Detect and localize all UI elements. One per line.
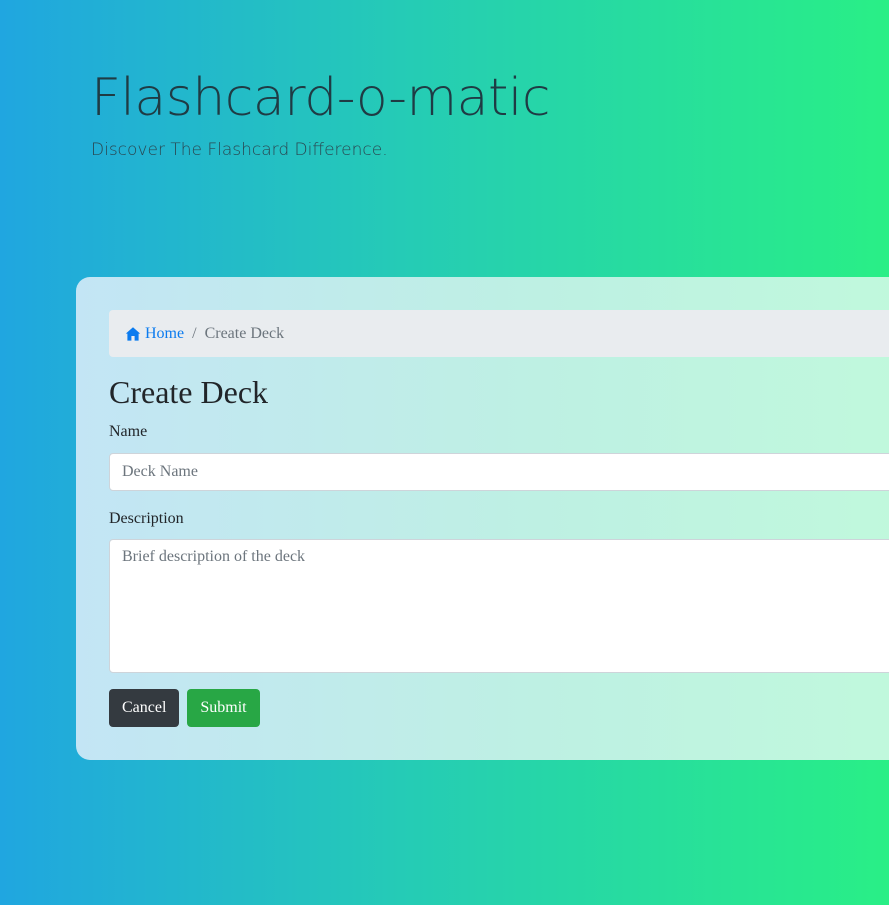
breadcrumb-home-label: Home <box>145 324 185 342</box>
breadcrumb-current: Create Deck <box>204 324 285 342</box>
name-label: Name <box>109 423 148 440</box>
app-title: Flashcard-o-matic <box>91 68 550 128</box>
cancel-button[interactable]: Cancel <box>109 689 179 727</box>
description-label: Description <box>109 510 184 527</box>
header: Flashcard-o-matic Discover The Flashcard… <box>91 62 550 160</box>
page-heading: Create Deck <box>109 374 269 410</box>
app-tagline: Discover The Flashcard Difference. <box>91 140 388 160</box>
breadcrumb-separator: / <box>192 324 197 342</box>
home-icon <box>125 326 141 341</box>
submit-button[interactable]: Submit <box>187 689 260 727</box>
create-deck-card: Home / Create Deck Create Deck Name Desc… <box>76 277 889 760</box>
breadcrumb: Home / Create Deck <box>109 310 889 357</box>
deck-description-textarea[interactable] <box>109 539 889 673</box>
breadcrumb-home-link[interactable]: Home <box>125 325 184 343</box>
deck-name-input[interactable] <box>109 453 889 491</box>
